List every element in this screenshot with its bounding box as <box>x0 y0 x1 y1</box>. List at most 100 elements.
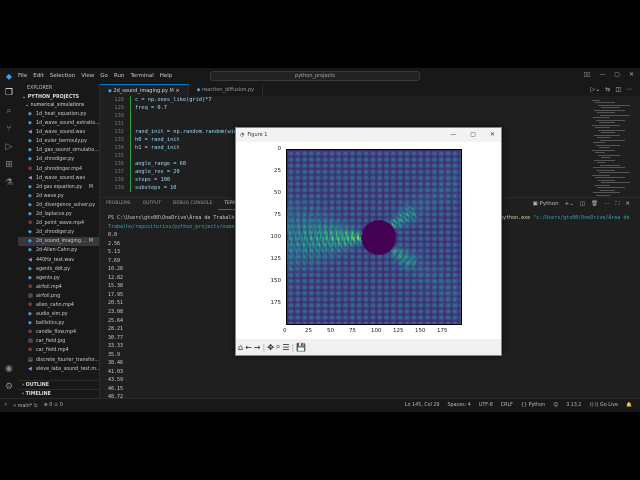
menu-view[interactable]: View <box>81 73 94 79</box>
timeline-section[interactable]: › TIMELINE <box>18 389 100 398</box>
language-mode[interactable]: {} Python <box>521 403 545 408</box>
menu-help[interactable]: Help <box>160 73 173 79</box>
menu-selection[interactable]: Selection <box>50 73 75 79</box>
source-control-icon[interactable]: ⑂ <box>6 124 11 134</box>
maximize-icon[interactable]: ▢ <box>470 131 476 138</box>
gear-icon[interactable]: ⚙ <box>5 382 13 392</box>
save-icon[interactable]: 💾 <box>296 343 306 352</box>
file-item[interactable]: ◆ 2d-Allen-Cahn.py <box>18 246 99 255</box>
y-tick-label: 50 <box>274 190 281 196</box>
terminal-line: 20.51 <box>108 300 124 307</box>
layout-icon[interactable]: ▯▯ <box>584 71 591 78</box>
more-icon[interactable]: ⋯ <box>626 86 632 93</box>
file-item[interactable]: ◆ 1d_gas_sound_simulatio... <box>18 146 99 155</box>
subfolder[interactable]: ⌄ numerical_simulations <box>18 102 99 110</box>
minimap[interactable] <box>592 98 632 198</box>
terminal-shell[interactable]: ▣ Python <box>533 201 559 208</box>
extensions-icon[interactable]: ⊞ <box>5 160 13 170</box>
split-editor-icon[interactable]: ◫ <box>615 86 621 93</box>
python-version[interactable]: 3.13.2 <box>566 403 581 408</box>
heatmap-image[interactable] <box>286 149 462 325</box>
file-item[interactable]: ◀ 1d_wave_sound.wav <box>18 174 99 183</box>
trash-icon[interactable]: 🗑 <box>591 201 598 208</box>
menu-terminal[interactable]: Terminal <box>130 73 153 79</box>
more-icon[interactable]: ⋯ <box>604 201 610 208</box>
file-item[interactable]: ◀ 440Hz_test.wav <box>18 256 99 265</box>
cursor-position[interactable]: Ln 145, Col 29 <box>405 403 440 408</box>
branch[interactable]: ⑂ main* ↻ <box>13 403 37 409</box>
file-item[interactable]: ⊗ allen_cahn.mp4 <box>18 301 99 310</box>
file-item[interactable]: ⊗ car_field.mp4 <box>18 346 99 355</box>
go-live-button[interactable]: ((·)) Go Live <box>589 403 618 408</box>
file-item[interactable]: ◆ agents.py <box>18 274 99 283</box>
bell-icon[interactable]: 🔔 <box>626 403 632 408</box>
tab-problems[interactable]: PROBLEMS <box>100 198 137 210</box>
problems-count[interactable]: ⊗ 0 ⚠ 0 <box>44 403 63 409</box>
terminal-output[interactable]: PS C:\Users\gts00\OneDrive\Área de Traba… <box>108 214 237 411</box>
pan-icon[interactable]: ✥ <box>267 343 274 352</box>
file-item[interactable]: ◆ 2d gas equation.py M <box>18 183 99 192</box>
new-terminal-icon[interactable]: +⌄ <box>565 201 574 208</box>
line-ending[interactable]: CRLF <box>501 403 513 408</box>
run-debug-icon[interactable]: ▷ <box>6 142 13 152</box>
remote-icon[interactable]: ⚡ <box>4 403 7 409</box>
maximize-icon[interactable]: ▢ <box>614 71 620 78</box>
py-file-icon: ◆ <box>28 192 32 199</box>
forward-icon[interactable]: → <box>254 343 261 352</box>
file-name: 1d_wave_sound.wav <box>36 175 86 181</box>
home-icon[interactable]: ⌂ <box>238 343 243 352</box>
file-item[interactable]: ◆ 1d_shrodiger.py <box>18 155 99 164</box>
tab-output[interactable]: OUTPUT <box>137 198 167 210</box>
file-item[interactable]: ◆ audio_sim.py <box>18 310 99 319</box>
compare-icon[interactable]: ⇆ <box>605 86 610 93</box>
file-item[interactable]: ◀ eleve_labs_sound_test.m... <box>18 365 99 374</box>
close-panel-icon[interactable]: ✕ <box>625 201 630 208</box>
menu-run[interactable]: Run <box>114 73 125 79</box>
close-tab-icon[interactable]: × <box>175 88 179 94</box>
configure-subplots-icon[interactable]: ☰ <box>282 343 289 352</box>
tab-2d-sound-imaging[interactable]: ◆ 2d_sound_imaging.py M × <box>100 84 189 96</box>
file-item[interactable]: ⊗ airfoil.mp4 <box>18 283 99 292</box>
file-item[interactable]: ◆ 2d_divergence_solver.py <box>18 201 99 210</box>
back-icon[interactable]: ← <box>245 343 252 352</box>
testing-icon[interactable]: ⚗ <box>5 178 13 188</box>
menu-go[interactable]: Go <box>100 73 108 79</box>
file-item[interactable]: ◆ 2d_sound_imaging.... M <box>18 237 99 247</box>
outline-section[interactable]: › OUTLINE <box>18 380 100 389</box>
file-item[interactable]: ▤ discrete_fourier_transfor... <box>18 356 99 365</box>
file-item[interactable]: ◆ 2d_shrodiger.py <box>18 228 99 237</box>
menu-edit[interactable]: Edit <box>33 73 44 79</box>
minimize-icon[interactable]: — <box>599 71 605 78</box>
command-search[interactable]: python_projects <box>210 71 420 81</box>
minimize-icon[interactable]: — <box>450 131 456 138</box>
file-item[interactable]: ◀ 1d_wave_sound.wav <box>18 128 99 137</box>
file-item[interactable]: ▨ airfoil.png <box>18 292 99 301</box>
file-item[interactable]: ◆ 1d_euler_bernouly.py <box>18 137 99 146</box>
file-item[interactable]: ▨ car_field.jpg <box>18 337 99 346</box>
file-item[interactable]: ◆ 1d_wave_sound_extratio... <box>18 119 99 128</box>
close-icon[interactable]: ✕ <box>629 71 634 78</box>
tab-reaction-diffusion[interactable]: ◆ reaction_diffusion.py <box>189 84 264 96</box>
tab-debug-console[interactable]: DEBUG CONSOLE <box>167 198 218 210</box>
file-item[interactable]: ⊗ candle_flow.mp4 <box>18 328 99 337</box>
account-icon[interactable]: ◉ <box>5 364 13 374</box>
project-folder[interactable]: ⌄ PYTHON_PROJECTS <box>18 94 99 102</box>
menu-file[interactable]: File <box>18 73 27 79</box>
split-terminal-icon[interactable]: ◫ <box>580 201 585 208</box>
encoding[interactable]: UTF-8 <box>479 403 493 408</box>
indentation[interactable]: Spaces: 4 <box>448 403 471 408</box>
file-item[interactable]: ⊗ 2d_point_wave.mp4 <box>18 219 99 228</box>
file-item[interactable]: ◆ 1d_heat_equation.py <box>18 110 99 119</box>
run-icon[interactable]: ▷⌄ <box>591 86 601 93</box>
file-item[interactable]: ◆ ballistics.py <box>18 319 99 328</box>
zoom-icon[interactable]: ⌕ <box>276 342 280 352</box>
file-item[interactable]: ⊗ 1d_shrodinger.mp4 <box>18 165 99 174</box>
file-item[interactable]: ◆ agents_ddt.py <box>18 265 99 274</box>
close-icon[interactable]: ✕ <box>490 131 495 138</box>
explorer-icon[interactable]: ❐ <box>5 88 13 98</box>
copilot-icon[interactable]: ☺ <box>553 403 558 408</box>
file-item[interactable]: ◆ 2d_laplacce.py <box>18 210 99 219</box>
file-item[interactable]: ◆ 2d wave.py <box>18 192 99 201</box>
maximize-panel-icon[interactable]: ⛶ <box>616 201 620 208</box>
search-icon[interactable]: ⌕ <box>6 106 11 116</box>
